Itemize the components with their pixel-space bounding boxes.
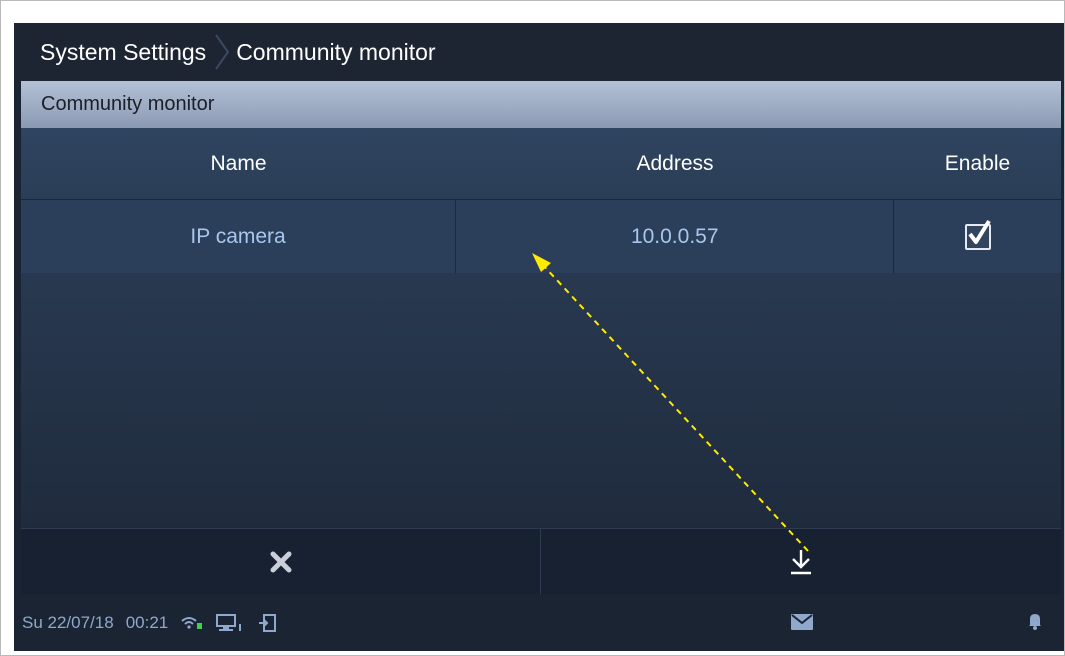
wifi-icon — [180, 615, 204, 631]
save-button[interactable] — [541, 528, 1061, 595]
enable-checkbox[interactable] — [964, 219, 991, 250]
close-icon — [270, 551, 291, 573]
status-date: Su 22/07/18 — [22, 612, 114, 632]
table-row[interactable]: IP camera 10.0.0.57 — [21, 200, 1061, 273]
status-bar: Su 22/07/18 00:21 — [14, 594, 1064, 651]
breadcrumb-separator-icon — [215, 34, 230, 70]
column-header-enable: Enable — [944, 151, 1011, 175]
cancel-button[interactable] — [21, 528, 541, 595]
checkmark-icon — [968, 219, 991, 244]
table-header: Name Address Enable — [21, 128, 1061, 200]
device-screen: System Settings Community monitor Commun… — [14, 23, 1064, 651]
status-time: 00:21 — [125, 612, 169, 632]
title-bar: System Settings Community monitor — [14, 23, 1064, 81]
screenshot-frame: System Settings Community monitor Commun… — [0, 0, 1065, 656]
action-bar — [21, 528, 1061, 595]
breadcrumb-parent[interactable]: System Settings — [40, 39, 206, 66]
section-header: Community monitor — [21, 81, 1061, 128]
download-icon — [791, 550, 811, 575]
cell-name[interactable]: IP camera — [21, 200, 457, 273]
cell-address[interactable]: 10.0.0.57 — [456, 200, 895, 273]
bell-icon[interactable] — [1028, 612, 1042, 635]
cell-enable[interactable] — [894, 200, 1061, 273]
section-title: Community monitor — [41, 93, 215, 115]
column-header-name: Name — [210, 151, 267, 175]
monitor-table: Name Address Enable IP camera 10.0.0.57 — [21, 128, 1061, 528]
door-icon — [258, 613, 278, 633]
column-header-address: Address — [636, 151, 714, 175]
monitor-icon — [216, 613, 246, 632]
mail-icon[interactable] — [791, 614, 813, 635]
breadcrumb-current: Community monitor — [236, 38, 436, 65]
